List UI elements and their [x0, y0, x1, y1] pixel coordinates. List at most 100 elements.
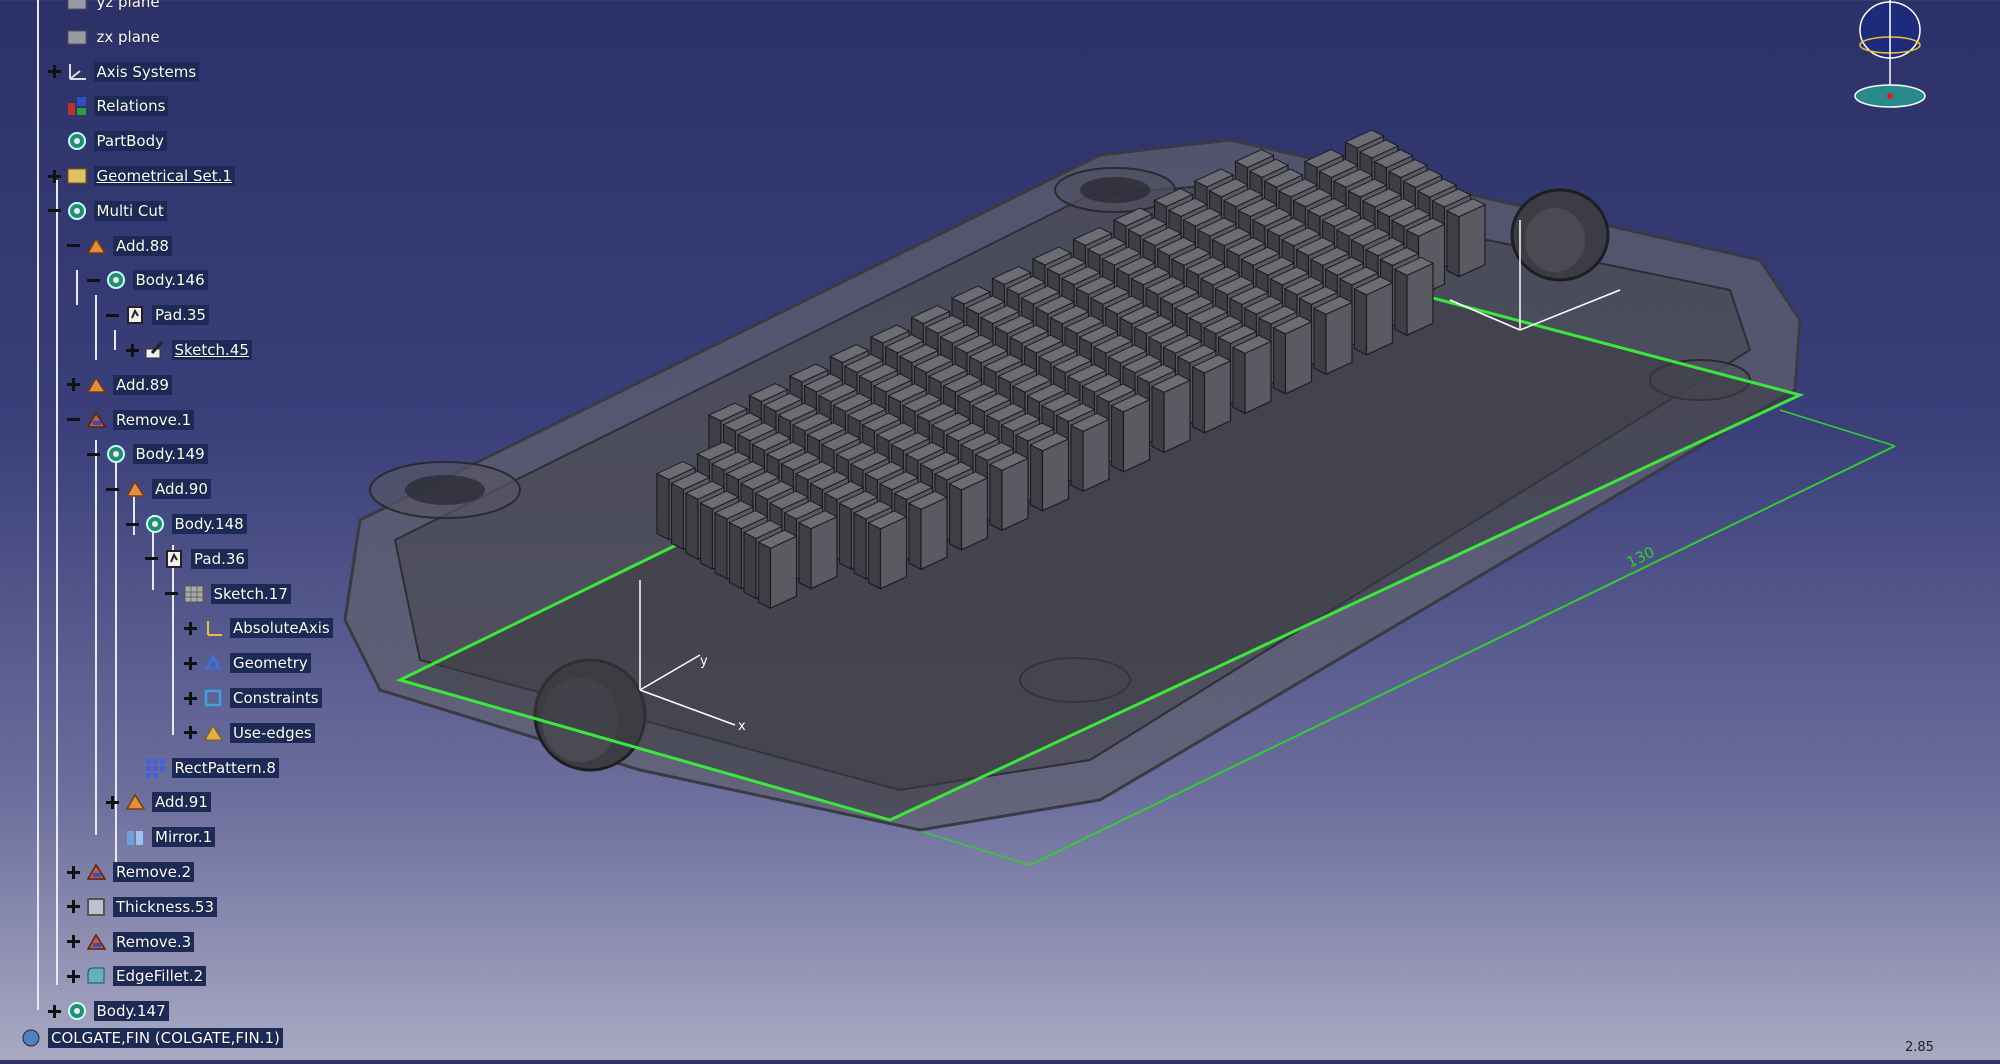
collapse-icon[interactable] — [67, 239, 80, 252]
tree-node-yz[interactable]: yz plane — [48, 0, 163, 17]
tree-node-absaxis[interactable]: AbsoluteAxis — [184, 613, 333, 643]
tree-node-sketch45[interactable]: Sketch.45 — [125, 335, 252, 365]
tree-node-body146[interactable]: Body.146 — [86, 265, 208, 295]
tree-node-pad36[interactable]: Pad.36 — [145, 544, 248, 574]
tree-node-add89[interactable]: Add.89 — [67, 370, 172, 400]
tree-node-geometry[interactable]: Geometry — [184, 648, 311, 678]
body-icon — [104, 268, 128, 292]
expand-icon[interactable] — [67, 900, 80, 914]
tree-node-label: zx plane — [96, 27, 160, 46]
axis-y-label: y — [700, 654, 708, 669]
tree-node-thick53[interactable]: Thickness.53 — [67, 892, 217, 922]
tree-node-sketch17[interactable]: Sketch.17 — [164, 579, 291, 609]
tree-node-remove1[interactable]: Remove.1 — [67, 405, 195, 435]
collapse-icon[interactable] — [47, 204, 61, 217]
plane-icon — [65, 0, 89, 14]
tree-node-add90[interactable]: Add.90 — [106, 474, 211, 504]
expand-icon[interactable] — [106, 795, 119, 809]
fin — [1110, 393, 1151, 473]
tree-node-colgate[interactable]: COLGATE,FIN (COLGATE,FIN.1) — [2, 1023, 283, 1053]
tree-connector-line — [95, 295, 97, 360]
expand-icon[interactable] — [184, 621, 197, 635]
collapse-icon[interactable] — [106, 483, 119, 496]
collapse-icon[interactable] — [86, 274, 100, 287]
geometrical-set-icon — [65, 164, 89, 188]
fin — [1272, 315, 1313, 395]
fin — [1353, 276, 1394, 356]
geometry-icon — [201, 651, 225, 675]
expand-icon[interactable] — [47, 1004, 61, 1018]
sketch-grid-icon — [182, 582, 206, 606]
remove-icon — [84, 408, 108, 432]
tree-node-add88[interactable]: Add.88 — [67, 231, 172, 261]
tree-connector-line — [56, 180, 58, 985]
tree-connector-line — [37, 0, 39, 1010]
expand-icon[interactable] — [184, 691, 197, 705]
rect-pattern-icon — [143, 756, 167, 780]
collapse-icon[interactable] — [125, 518, 139, 531]
tree-node-label: Mirror.1 — [152, 827, 216, 848]
tree-node-edgefillet[interactable]: EdgeFillet.2 — [67, 961, 207, 991]
body-icon — [65, 999, 89, 1023]
expand-icon[interactable] — [47, 169, 61, 183]
tree-node-label: Geometrical Set.1 — [93, 166, 235, 186]
tree-node-geoset[interactable]: Geometrical Set.1 — [47, 161, 235, 191]
tree-node-remove2[interactable]: Remove.2 — [67, 857, 195, 887]
tree-node-body147[interactable]: Body.147 — [47, 996, 169, 1026]
compass-widget[interactable] — [1845, 0, 1955, 124]
collapse-icon[interactable] — [164, 587, 178, 600]
body-icon — [65, 129, 89, 153]
collapse-icon[interactable] — [106, 309, 119, 322]
specification-tree[interactable]: yz plane zx plane Axis Systems Relations Par… — [0, 0, 520, 1060]
expand-icon[interactable] — [125, 343, 139, 357]
tree-node-label: RectPattern.8 — [171, 757, 279, 778]
sketch-icon — [143, 338, 167, 362]
tree-node-label: Axis Systems — [93, 61, 200, 82]
tree-node-label: COLGATE,FIN (COLGATE,FIN.1) — [48, 1028, 283, 1048]
tree-node-body148[interactable]: Body.148 — [125, 509, 247, 539]
tree-node-mirror1[interactable]: Mirror.1 — [106, 822, 216, 852]
tree-node-partbody[interactable]: PartBody — [48, 126, 167, 156]
fin — [1312, 295, 1354, 376]
expand-icon[interactable] — [184, 656, 197, 670]
tree-node-label: Add.89 — [113, 374, 172, 395]
absolute-axis-icon — [201, 616, 225, 640]
fin — [757, 529, 798, 610]
tree-node-label: Add.88 — [113, 235, 172, 256]
tree-node-useedges[interactable]: Use-edges — [184, 718, 315, 748]
plane-icon — [65, 25, 89, 49]
expand-icon[interactable] — [184, 726, 197, 740]
tree-node-label: EdgeFillet.2 — [113, 966, 207, 987]
zoom-scale-readout: 2.85 — [1905, 1040, 1934, 1055]
tree-connector-line — [114, 330, 116, 350]
tree-node-rel[interactable]: Relations — [48, 91, 169, 121]
fin — [1150, 373, 1192, 454]
tree-connector-line — [95, 440, 97, 835]
tree-node-constraints[interactable]: Constraints — [184, 683, 322, 713]
expand-icon[interactable] — [47, 65, 61, 79]
edge-fillet-icon — [84, 964, 108, 988]
tree-node-add91[interactable]: Add.91 — [106, 787, 211, 817]
tree-node-label: Use-edges — [230, 722, 315, 743]
remove-icon — [84, 930, 108, 954]
tree-node-label: Geometry — [230, 653, 311, 674]
tree-node-pad35[interactable]: Pad.35 — [106, 300, 209, 330]
collapse-icon[interactable] — [86, 448, 100, 461]
expand-icon[interactable] — [67, 969, 80, 983]
collapse-icon[interactable] — [67, 413, 80, 426]
expand-icon[interactable] — [67, 865, 80, 879]
collapse-icon[interactable] — [145, 552, 158, 565]
expand-icon[interactable] — [67, 935, 80, 949]
tree-node-body149[interactable]: Body.149 — [86, 439, 208, 469]
tree-node-zx[interactable]: zx plane — [48, 22, 163, 52]
tree-node-label: Body.148 — [171, 514, 247, 534]
tree-node-multicut[interactable]: Multi Cut — [47, 196, 167, 226]
tree-node-axis[interactable]: Axis Systems — [47, 57, 200, 87]
fin — [1393, 256, 1435, 337]
mirror-icon — [123, 825, 147, 849]
expand-icon[interactable] — [67, 378, 80, 392]
tree-node-rectpattern[interactable]: RectPattern.8 — [126, 753, 279, 783]
tree-node-remove3[interactable]: Remove.3 — [67, 927, 195, 957]
fin — [797, 510, 839, 590]
tree-node-label: Sketch.17 — [210, 583, 291, 604]
